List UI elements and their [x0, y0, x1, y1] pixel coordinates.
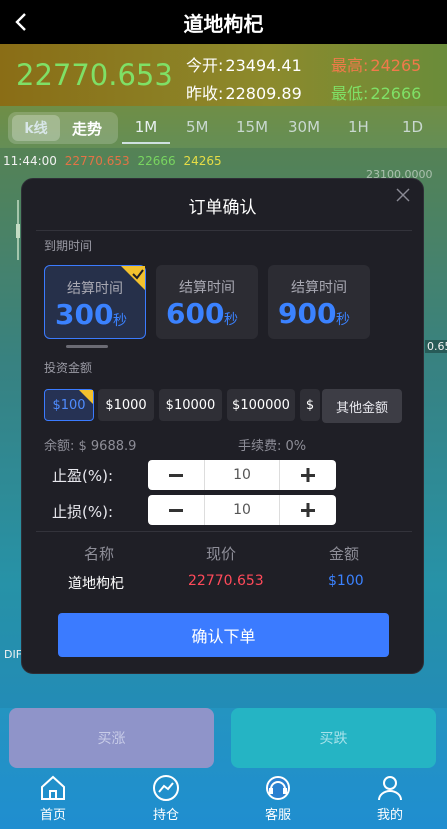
take-profit-stepper: 10 [148, 460, 336, 490]
col-name-header: 名称 [84, 545, 115, 563]
order-amount: $100 [328, 573, 364, 589]
low-price: 最低: 22666 [331, 80, 421, 104]
selected-check-icon [79, 390, 93, 404]
home-icon [41, 775, 65, 800]
plus-icon[interactable] [280, 460, 336, 490]
page-title: 道地枸杞 [183, 11, 264, 36]
fee-text: 手续费: 0% [238, 439, 307, 454]
other-amount-button[interactable]: 其他金额 [322, 389, 402, 423]
time-option-unit: 秒 [113, 313, 127, 329]
chart-tabs: k线 走势 1M 5M 15M 30M 1H 1D [0, 106, 447, 148]
nav-service-label: 客服 [264, 808, 291, 823]
amount-option-100[interactable]: $100 [44, 389, 94, 421]
open-value: 23494.41 [225, 56, 302, 75]
stop-loss-stepper: 10 [148, 495, 336, 525]
user-icon [378, 776, 402, 801]
minus-icon[interactable] [148, 460, 204, 490]
stop-loss-label: 止损(%): [52, 503, 114, 521]
balance-text: 余额: $ 9688.9 [44, 439, 137, 454]
expiry-label: 到期时间 [44, 239, 93, 253]
low-value: 22666 [370, 84, 422, 103]
take-profit-value[interactable]: 10 [204, 460, 280, 490]
time-option-value: 600 [166, 297, 225, 330]
nav-service[interactable]: 客服 [233, 770, 323, 829]
modal-title: 订单确认 [188, 198, 257, 218]
amount-label: 投资金额 [44, 361, 93, 375]
col-amount-header: 金额 [329, 545, 360, 563]
time-option-unit: 秒 [224, 312, 238, 328]
nav-positions-label: 持仓 [152, 808, 179, 823]
time-option-300[interactable]: 结算时间 300 秒 [44, 265, 146, 339]
scroll-indicator [66, 345, 108, 348]
prev-value: 22809.89 [225, 84, 302, 103]
order-name: 道地枸杞 [68, 576, 124, 592]
tab-kline[interactable]: k线 [12, 115, 60, 141]
high-price: 最高: 24265 [331, 52, 421, 76]
amount-option-1000[interactable]: $1000 [98, 389, 154, 421]
tab-1m[interactable]: 1M [122, 114, 170, 144]
prev-label: 昨收: [186, 84, 224, 103]
close-icon[interactable] [395, 187, 411, 203]
time-option-label: 结算时间 [291, 280, 347, 296]
tab-30m[interactable]: 30M [288, 118, 320, 136]
minus-icon[interactable] [148, 495, 204, 525]
nav-home-label: 首页 [39, 808, 66, 823]
current-price: 22770.653 [16, 58, 173, 92]
high-value: 24265 [370, 56, 422, 75]
chart-icon [153, 775, 179, 801]
low-label: 最低: [331, 84, 369, 103]
quote-panel: 22770.653 今开: 23494.41 最高: 24265 昨收: 22809.… [0, 44, 447, 106]
stop-loss-value[interactable]: 10 [204, 495, 280, 525]
open-label: 今开: [186, 56, 224, 75]
open-price: 今开: 23494.41 [186, 52, 302, 76]
top-bar: 道地枸杞 [0, 0, 447, 44]
nav-positions[interactable]: 持仓 [121, 770, 211, 829]
time-option-value: 300 [55, 298, 114, 331]
amount-option-10000[interactable]: $10000 [159, 389, 222, 421]
time-option-label: 结算时间 [179, 280, 235, 296]
bottom-nav: 首页 持仓 客服 我的 [0, 770, 447, 829]
tab-1d[interactable]: 1D [402, 118, 423, 136]
divider [36, 531, 412, 532]
headset-icon [266, 776, 290, 800]
tab-5m[interactable]: 5M [186, 118, 209, 136]
tab-1h[interactable]: 1H [348, 118, 369, 136]
back-arrow-icon[interactable] [8, 8, 36, 36]
confirm-order-button[interactable]: 确认下单 [58, 613, 389, 657]
take-profit-label: 止盈(%): [52, 467, 114, 485]
buy-up-button[interactable]: 买涨 [9, 708, 214, 768]
amount-option-100000[interactable]: $100000 [227, 389, 295, 421]
buy-down-button[interactable]: 买跌 [231, 708, 436, 768]
nav-profile-label: 我的 [376, 808, 403, 823]
divider [36, 230, 412, 231]
tab-15m[interactable]: 15M [236, 118, 268, 136]
nav-home[interactable]: 首页 [8, 770, 98, 829]
order-price: 22770.653 [188, 573, 264, 589]
prev-close: 昨收: 22809.89 [186, 80, 302, 104]
time-option-value: 900 [278, 297, 337, 330]
time-option-900[interactable]: 结算时间 900 秒 [268, 265, 370, 339]
tab-trend[interactable]: 走势 [72, 118, 102, 139]
selected-check-icon [121, 266, 145, 290]
plus-icon[interactable] [280, 495, 336, 525]
amount-option-more[interactable]: $ [300, 389, 320, 421]
nav-profile[interactable]: 我的 [345, 770, 435, 829]
col-price-header: 现价 [206, 545, 237, 563]
order-confirm-modal: 订单确认 到期时间 结算时间 300 秒 结算时间 600 秒 结算时间 900… [21, 178, 424, 674]
time-option-unit: 秒 [336, 312, 350, 328]
high-label: 最高: [331, 56, 369, 75]
time-option-600[interactable]: 结算时间 600 秒 [156, 265, 258, 339]
